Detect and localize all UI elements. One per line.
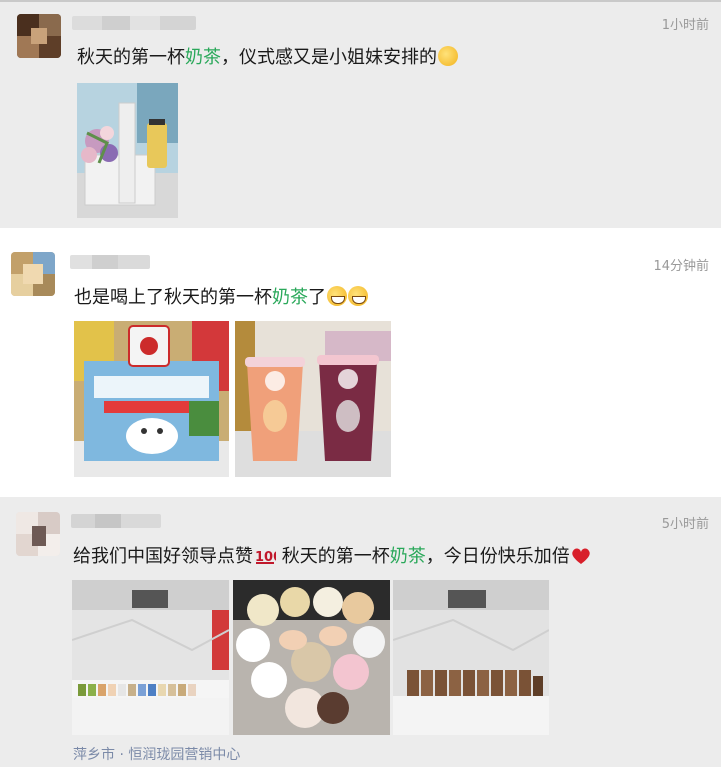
post-time: 14分钟前 [653, 259, 709, 274]
text-segment: 秋天的第一杯 [276, 546, 390, 567]
grinning-face-icon [348, 286, 368, 306]
store-counter-photo [72, 580, 229, 735]
keyword-link[interactable]: 奶茶 [390, 546, 426, 567]
hundred-points-icon: 100 [254, 547, 282, 565]
text-segment: 给我们中国好领导点赞 [73, 546, 253, 567]
post-photo[interactable] [72, 580, 229, 735]
post-photo[interactable] [233, 580, 390, 735]
avatar[interactable] [17, 14, 61, 58]
moments-feed: 1小时前 秋天的第一杯奶茶，仪式感又是小姐妹安排的 14分钟前 也是喝上了秋天的… [0, 0, 721, 767]
post-text: 给我们中国好领导点赞100 秋天的第一杯奶茶，今日份快乐加倍 [73, 545, 591, 569]
post-photo[interactable] [77, 83, 178, 218]
username-blurred[interactable] [70, 255, 150, 269]
post-time: 1小时前 [661, 18, 709, 33]
avatar[interactable] [16, 512, 60, 556]
location-link[interactable]: 萍乡市 · 恒润珑园营销中心 [73, 744, 240, 764]
milk-tea-bag-photo [74, 321, 229, 477]
text-segment: 也是喝上了秋天的第一杯 [74, 287, 272, 308]
post-photo[interactable] [393, 580, 549, 735]
text-segment: 秋天的第一杯 [77, 47, 185, 68]
text-segment: ，仪式感又是小姐妹安排的 [221, 47, 437, 68]
post-2[interactable]: 14分钟前 也是喝上了秋天的第一杯奶茶了 [0, 228, 721, 497]
two-milk-tea-cups-photo [235, 321, 391, 477]
red-heart-icon [571, 547, 591, 565]
post-photo[interactable] [235, 321, 391, 477]
username-blurred[interactable] [71, 514, 161, 528]
text-segment: 了 [308, 287, 326, 308]
post-text: 也是喝上了秋天的第一杯奶茶了 [74, 286, 368, 310]
packaged-drinks-photo [393, 580, 549, 735]
grinning-face-icon [327, 286, 347, 306]
keyword-link[interactable]: 奶茶 [185, 47, 221, 68]
keyword-link[interactable]: 奶茶 [272, 287, 308, 308]
text-segment: ，今日份快乐加倍 [425, 546, 570, 567]
post-text: 秋天的第一杯奶茶，仪式感又是小姐妹安排的 [77, 46, 458, 70]
thinking-face-icon [438, 46, 458, 66]
flower-gift-photo [77, 83, 178, 218]
post-time: 5小时前 [661, 517, 709, 532]
avatar[interactable] [11, 252, 55, 296]
post-3[interactable]: 5小时前 给我们中国好领导点赞100 秋天的第一杯奶茶，今日份快乐加倍 [0, 497, 721, 767]
cheers-milk-tea-photo [233, 580, 390, 735]
post-photo[interactable] [74, 321, 229, 477]
post-1[interactable]: 1小时前 秋天的第一杯奶茶，仪式感又是小姐妹安排的 [0, 2, 721, 228]
username-blurred[interactable] [72, 16, 196, 30]
